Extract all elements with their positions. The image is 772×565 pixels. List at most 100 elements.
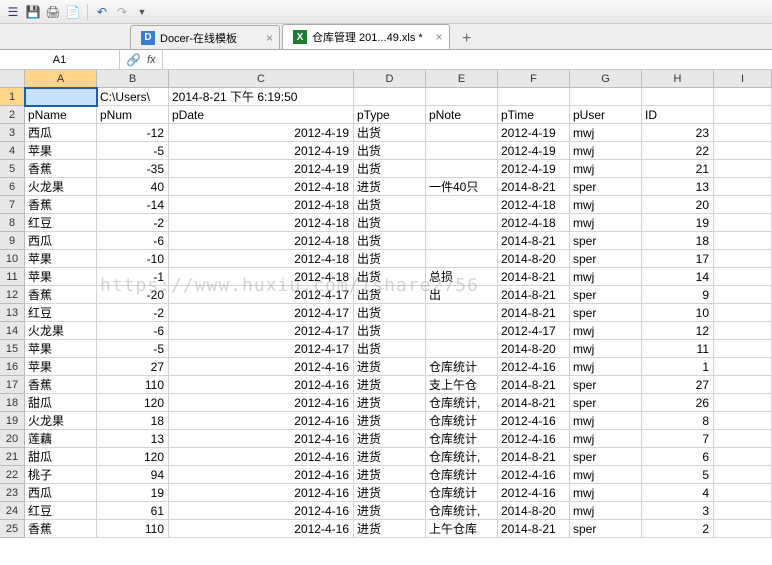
cell-I2[interactable] bbox=[714, 106, 772, 124]
cell-D21[interactable]: 进货 bbox=[354, 448, 426, 466]
row-header-12[interactable]: 12 bbox=[0, 286, 25, 304]
cell-G22[interactable]: mwj bbox=[570, 466, 642, 484]
cell-E24[interactable]: 仓库统计, bbox=[426, 502, 498, 520]
cell-F10[interactable]: 2014-8-20 bbox=[498, 250, 570, 268]
col-header-H[interactable]: H bbox=[642, 70, 714, 88]
cell-D7[interactable]: 出货 bbox=[354, 196, 426, 214]
close-icon[interactable]: × bbox=[266, 31, 273, 45]
cell-H21[interactable]: 6 bbox=[642, 448, 714, 466]
cell-F2[interactable]: pTime bbox=[498, 106, 570, 124]
cell-I19[interactable] bbox=[714, 412, 772, 430]
cell-E11[interactable]: 总损 bbox=[426, 268, 498, 286]
cell-E19[interactable]: 仓库统计 bbox=[426, 412, 498, 430]
cell-E3[interactable] bbox=[426, 124, 498, 142]
cell-F15[interactable]: 2014-8-20 bbox=[498, 340, 570, 358]
cell-I20[interactable] bbox=[714, 430, 772, 448]
cell-I11[interactable] bbox=[714, 268, 772, 286]
cell-C1[interactable]: 2014-8-21 下午 6:19:50 bbox=[169, 88, 354, 106]
cell-C11[interactable]: 2012-4-18 bbox=[169, 268, 354, 286]
dropdown-icon[interactable]: ▼ bbox=[134, 4, 150, 20]
cell-E10[interactable] bbox=[426, 250, 498, 268]
cell-D6[interactable]: 进货 bbox=[354, 178, 426, 196]
cell-D8[interactable]: 出货 bbox=[354, 214, 426, 232]
cell-F17[interactable]: 2014-8-21 bbox=[498, 376, 570, 394]
cell-D9[interactable]: 出货 bbox=[354, 232, 426, 250]
cell-G11[interactable]: mwj bbox=[570, 268, 642, 286]
cell-A17[interactable]: 香蕉 bbox=[25, 376, 97, 394]
cell-I24[interactable] bbox=[714, 502, 772, 520]
cell-F4[interactable]: 2012-4-19 bbox=[498, 142, 570, 160]
cell-C10[interactable]: 2012-4-18 bbox=[169, 250, 354, 268]
cell-H19[interactable]: 8 bbox=[642, 412, 714, 430]
cell-G5[interactable]: mwj bbox=[570, 160, 642, 178]
cell-A4[interactable]: 苹果 bbox=[25, 142, 97, 160]
cell-A16[interactable]: 苹果 bbox=[25, 358, 97, 376]
cell-H23[interactable]: 4 bbox=[642, 484, 714, 502]
cell-B18[interactable]: 120 bbox=[97, 394, 169, 412]
cell-E23[interactable]: 仓库统计 bbox=[426, 484, 498, 502]
cell-E8[interactable] bbox=[426, 214, 498, 232]
cell-B11[interactable]: -1 bbox=[97, 268, 169, 286]
row-header-25[interactable]: 25 bbox=[0, 520, 25, 538]
row-header-11[interactable]: 11 bbox=[0, 268, 25, 286]
cell-E25[interactable]: 上午仓库 bbox=[426, 520, 498, 538]
cell-B12[interactable]: -20 bbox=[97, 286, 169, 304]
cell-H14[interactable]: 12 bbox=[642, 322, 714, 340]
undo-icon[interactable]: ↶ bbox=[94, 4, 110, 20]
cell-E4[interactable] bbox=[426, 142, 498, 160]
fx-icon[interactable]: fx bbox=[147, 54, 156, 66]
cell-C24[interactable]: 2012-4-16 bbox=[169, 502, 354, 520]
cell-C21[interactable]: 2012-4-16 bbox=[169, 448, 354, 466]
cell-I3[interactable] bbox=[714, 124, 772, 142]
cell-E1[interactable] bbox=[426, 88, 498, 106]
cell-G1[interactable] bbox=[570, 88, 642, 106]
cell-C20[interactable]: 2012-4-16 bbox=[169, 430, 354, 448]
row-header-3[interactable]: 3 bbox=[0, 124, 25, 142]
cell-A25[interactable]: 香蕉 bbox=[25, 520, 97, 538]
cell-D12[interactable]: 出货 bbox=[354, 286, 426, 304]
cell-B13[interactable]: -2 bbox=[97, 304, 169, 322]
cell-H10[interactable]: 17 bbox=[642, 250, 714, 268]
col-header-G[interactable]: G bbox=[570, 70, 642, 88]
row-header-21[interactable]: 21 bbox=[0, 448, 25, 466]
cell-H6[interactable]: 13 bbox=[642, 178, 714, 196]
cell-G10[interactable]: sper bbox=[570, 250, 642, 268]
cell-H4[interactable]: 22 bbox=[642, 142, 714, 160]
cell-H8[interactable]: 19 bbox=[642, 214, 714, 232]
cell-B25[interactable]: 110 bbox=[97, 520, 169, 538]
cell-F8[interactable]: 2012-4-18 bbox=[498, 214, 570, 232]
cell-C8[interactable]: 2012-4-18 bbox=[169, 214, 354, 232]
cell-D25[interactable]: 进货 bbox=[354, 520, 426, 538]
row-header-17[interactable]: 17 bbox=[0, 376, 25, 394]
cell-B10[interactable]: -10 bbox=[97, 250, 169, 268]
cell-G9[interactable]: sper bbox=[570, 232, 642, 250]
cell-F1[interactable] bbox=[498, 88, 570, 106]
cell-B24[interactable]: 61 bbox=[97, 502, 169, 520]
name-box[interactable]: A1 bbox=[0, 50, 120, 69]
cell-H17[interactable]: 27 bbox=[642, 376, 714, 394]
cell-G21[interactable]: sper bbox=[570, 448, 642, 466]
cell-F20[interactable]: 2012-4-16 bbox=[498, 430, 570, 448]
cell-B2[interactable]: pNum bbox=[97, 106, 169, 124]
cell-H7[interactable]: 20 bbox=[642, 196, 714, 214]
link-icon[interactable]: 🔗 bbox=[126, 53, 141, 67]
cell-D10[interactable]: 出货 bbox=[354, 250, 426, 268]
cell-C23[interactable]: 2012-4-16 bbox=[169, 484, 354, 502]
cell-I1[interactable] bbox=[714, 88, 772, 106]
cell-H25[interactable]: 2 bbox=[642, 520, 714, 538]
cell-I21[interactable] bbox=[714, 448, 772, 466]
cell-A9[interactable]: 西瓜 bbox=[25, 232, 97, 250]
cell-D16[interactable]: 进货 bbox=[354, 358, 426, 376]
row-header-5[interactable]: 5 bbox=[0, 160, 25, 178]
cell-E6[interactable]: 一件40只 bbox=[426, 178, 498, 196]
cell-H13[interactable]: 10 bbox=[642, 304, 714, 322]
row-header-15[interactable]: 15 bbox=[0, 340, 25, 358]
cell-A19[interactable]: 火龙果 bbox=[25, 412, 97, 430]
col-header-A[interactable]: A bbox=[25, 70, 97, 88]
cell-E18[interactable]: 仓库统计, bbox=[426, 394, 498, 412]
cell-D18[interactable]: 进货 bbox=[354, 394, 426, 412]
cell-A14[interactable]: 火龙果 bbox=[25, 322, 97, 340]
cell-G15[interactable]: mwj bbox=[570, 340, 642, 358]
cell-E20[interactable]: 仓库统计 bbox=[426, 430, 498, 448]
cell-A11[interactable]: 苹果 bbox=[25, 268, 97, 286]
